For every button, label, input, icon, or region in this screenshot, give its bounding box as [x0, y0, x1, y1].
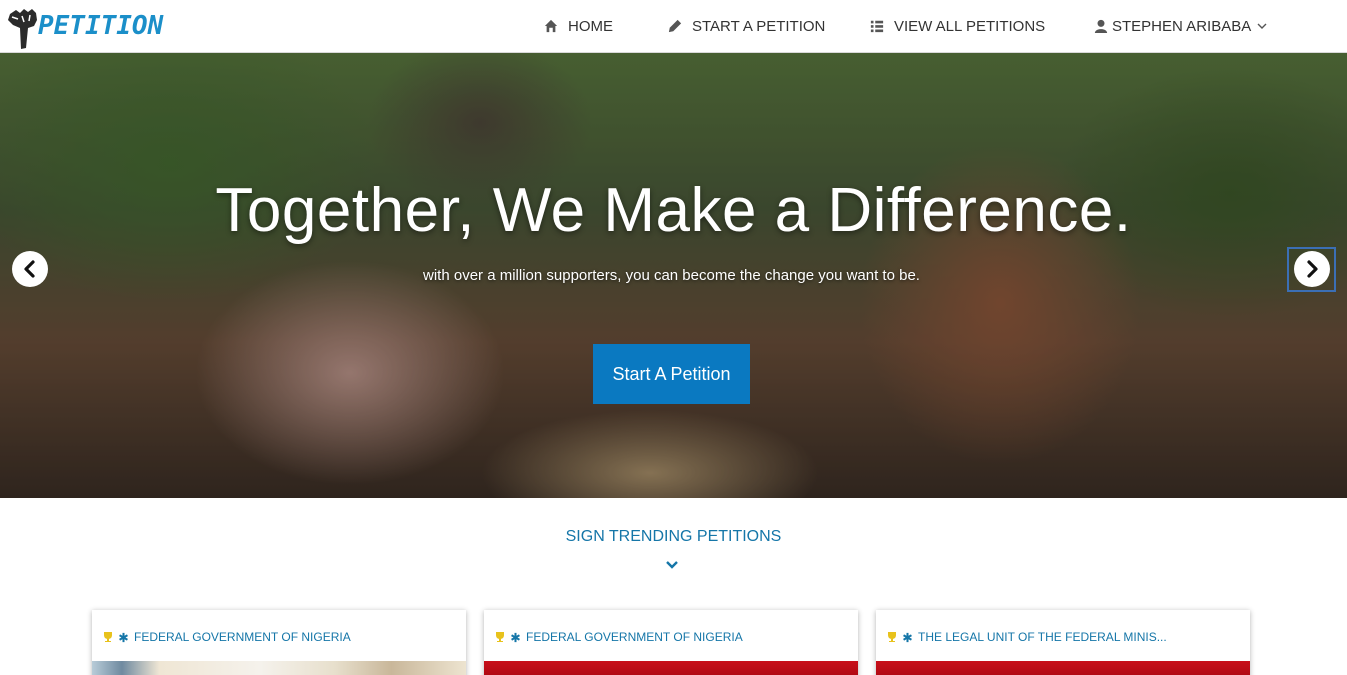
carousel-prev-button[interactable] — [12, 251, 48, 287]
list-icon — [870, 20, 884, 33]
petition-target: FEDERAL GOVERNMENT OF NIGERIA — [134, 630, 351, 644]
brand-name: PETITION — [38, 11, 164, 41]
nav-view-all-petitions[interactable]: VIEW ALL PETITIONS — [870, 18, 1045, 35]
nav-view-all-label: VIEW ALL PETITIONS — [894, 17, 1046, 35]
user-name: STEPHEN ARIBABA — [1112, 17, 1252, 35]
asterisk-icon — [903, 632, 912, 642]
nav-home[interactable]: HOME — [544, 18, 613, 35]
petition-target: FEDERAL GOVERNMENT OF NIGERIA — [526, 630, 743, 644]
home-icon — [544, 19, 558, 33]
petition-card[interactable]: FEDERAL GOVERNMENT OF NIGERIA — [92, 610, 466, 675]
user-menu[interactable]: STEPHEN ARIBABA — [1094, 18, 1267, 35]
asterisk-icon — [119, 632, 128, 642]
pencil-icon — [668, 19, 682, 33]
nav-start-petition[interactable]: START A PETITION — [668, 18, 825, 35]
petition-card[interactable]: THE LEGAL UNIT OF THE FEDERAL MINIS... — [876, 610, 1250, 675]
brand-logo[interactable]: PETITION — [6, 8, 163, 50]
asterisk-icon — [511, 632, 520, 642]
chevron-left-icon — [24, 260, 35, 278]
petition-card-header: FEDERAL GOVERNMENT OF NIGERIA — [102, 630, 351, 644]
user-icon — [1094, 19, 1108, 33]
petition-image — [876, 661, 1250, 675]
chevron-right-icon — [1307, 260, 1318, 278]
chevron-down-icon — [1257, 23, 1267, 29]
petition-image — [484, 661, 858, 675]
chevron-down-icon[interactable] — [665, 558, 679, 572]
carousel-next-button[interactable] — [1294, 251, 1330, 287]
trophy-icon — [104, 632, 112, 642]
trophy-icon — [496, 632, 504, 642]
hero-subtitle: with over a million supporters, you can … — [423, 267, 920, 284]
start-petition-button[interactable]: Start A Petition — [593, 344, 750, 404]
petition-card-header: FEDERAL GOVERNMENT OF NIGERIA — [494, 630, 743, 644]
trophy-icon — [888, 632, 896, 642]
petition-card-header: THE LEGAL UNIT OF THE FEDERAL MINIS... — [886, 630, 1167, 644]
trending-heading: SIGN TRENDING PETITIONS — [565, 528, 782, 545]
raised-fist-logo-icon — [8, 9, 37, 49]
navbar: PETITION HOME START A PETITION VIEW ALL … — [0, 0, 1347, 53]
petition-target: THE LEGAL UNIT OF THE FEDERAL MINIS... — [918, 630, 1167, 644]
petition-card[interactable]: FEDERAL GOVERNMENT OF NIGERIA — [484, 610, 858, 675]
nav-home-label: HOME — [568, 17, 613, 35]
hero-carousel: Together, We Make a Difference. with ove… — [0, 53, 1347, 498]
petition-image — [92, 661, 466, 675]
nav-start-label: START A PETITION — [692, 17, 826, 35]
hero-title: Together, We Make a Difference. — [215, 176, 1132, 245]
